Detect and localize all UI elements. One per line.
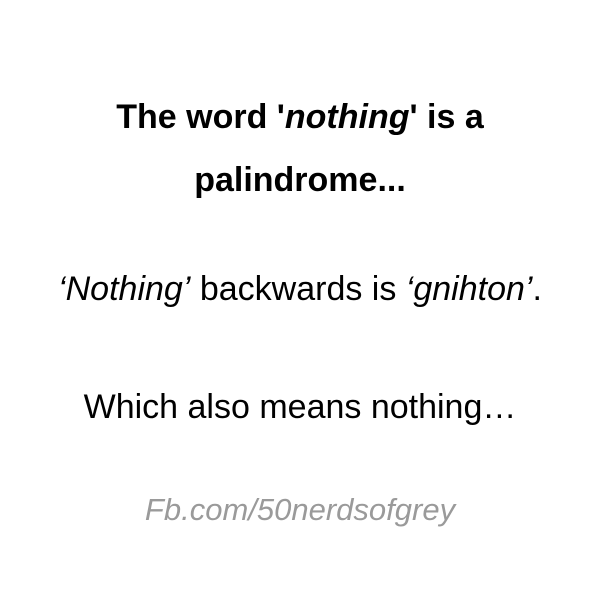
headline-prefix: The word ' <box>116 98 285 136</box>
source-credit: Fb.com/50nerdsofgrey <box>144 492 456 527</box>
headline-line-2: palindrome... <box>194 161 406 199</box>
headline-italic-word: nothing <box>284 98 410 136</box>
reversed-word: ‘gnihton’ <box>405 270 533 308</box>
backwards-sentence: ‘Nothing’ backwards is ‘gnihton’. <box>0 272 600 306</box>
headline-line-1: The word 'nothing' is a <box>0 100 600 134</box>
meme-card: The word 'nothing' is a palindrome... ‘N… <box>0 0 600 600</box>
sentence-period: . <box>532 270 542 308</box>
meaning-sentence: Which also means nothing… <box>83 388 517 426</box>
backwards-connector: backwards is <box>190 270 406 308</box>
headline-suffix: ' is a <box>409 98 484 136</box>
original-word: ‘Nothing’ <box>58 270 191 308</box>
